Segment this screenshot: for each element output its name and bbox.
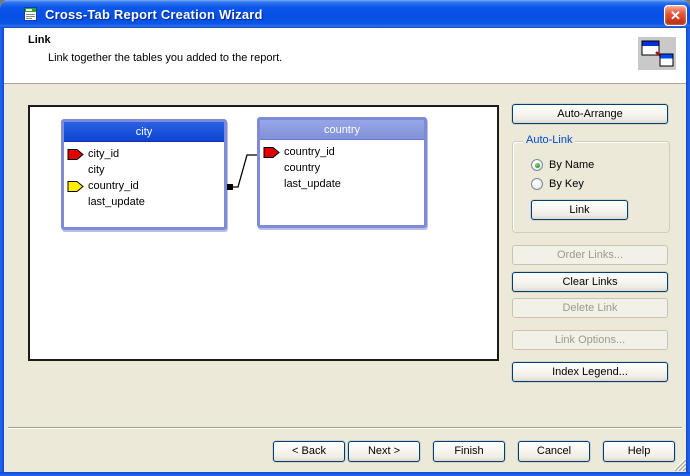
field-label: country bbox=[284, 162, 320, 174]
window-border-left bbox=[0, 28, 4, 472]
field-label: country_id bbox=[88, 180, 139, 192]
title-bar[interactable]: Cross-Tab Report Creation Wizard ✕ bbox=[0, 0, 690, 28]
clear-links-button[interactable]: Clear Links bbox=[512, 272, 668, 292]
back-button[interactable]: < Back bbox=[273, 441, 345, 462]
auto-link-group-label: Auto-Link bbox=[523, 134, 575, 146]
window-title: Cross-Tab Report Creation Wizard bbox=[45, 7, 263, 22]
wizard-header: Link Link together the tables you added … bbox=[4, 28, 686, 84]
link-button[interactable]: Link bbox=[531, 200, 628, 220]
field-label: last_update bbox=[284, 178, 341, 190]
page-subtitle: Link together the tables you added to th… bbox=[48, 52, 282, 64]
radio-by-key[interactable]: By Key bbox=[531, 177, 584, 191]
red-key-icon bbox=[263, 146, 284, 159]
report-document-icon bbox=[23, 6, 39, 22]
close-icon: ✕ bbox=[670, 8, 681, 23]
finish-button[interactable]: Finish bbox=[433, 441, 505, 462]
radio-by-name-label: By Name bbox=[549, 159, 594, 171]
field-label: last_update bbox=[88, 196, 145, 208]
wizard-window: Cross-Tab Report Creation Wizard ✕ Link … bbox=[0, 0, 690, 476]
field-country-country[interactable]: country bbox=[263, 160, 424, 176]
red-key-icon bbox=[67, 148, 88, 161]
field-label: city bbox=[88, 164, 105, 176]
index-legend-button[interactable]: Index Legend... bbox=[512, 362, 668, 382]
radio-by-key-label: By Key bbox=[549, 178, 584, 190]
field-country-last_update[interactable]: last_update bbox=[263, 176, 424, 192]
auto-arrange-button[interactable]: Auto-Arrange bbox=[512, 104, 668, 124]
table-country-title[interactable]: country bbox=[260, 120, 424, 140]
table-city-title[interactable]: city bbox=[64, 122, 224, 142]
table-country[interactable]: country country_id country last_update bbox=[257, 117, 427, 228]
order-links-button: Order Links... bbox=[512, 245, 668, 265]
delete-link-button: Delete Link bbox=[512, 298, 668, 318]
field-city-country_id[interactable]: country_id bbox=[67, 178, 224, 194]
link-diagram-canvas[interactable]: city city_id city country_id bbox=[28, 105, 499, 361]
help-button[interactable]: Help bbox=[603, 441, 675, 462]
close-button[interactable]: ✕ bbox=[664, 5, 687, 26]
field-city-city_id[interactable]: city_id bbox=[67, 146, 224, 162]
radio-unselected-icon[interactable] bbox=[531, 178, 543, 190]
window-border-bottom bbox=[0, 472, 690, 476]
page-title: Link bbox=[28, 34, 51, 46]
cancel-button[interactable]: Cancel bbox=[518, 441, 590, 462]
radio-selected-icon[interactable] bbox=[531, 159, 543, 171]
next-button[interactable]: Next > bbox=[348, 441, 420, 462]
field-city-city[interactable]: city bbox=[67, 162, 224, 178]
field-label: country_id bbox=[284, 146, 335, 158]
link-endpoint-handle[interactable] bbox=[227, 184, 233, 190]
field-country-country_id[interactable]: country_id bbox=[263, 144, 424, 160]
link-options-button: Link Options... bbox=[512, 330, 668, 350]
resize-grip[interactable] bbox=[672, 457, 686, 471]
radio-by-name[interactable]: By Name bbox=[531, 158, 594, 172]
link-tables-icon bbox=[638, 37, 676, 70]
footer-divider bbox=[8, 427, 682, 429]
table-city[interactable]: city city_id city country_id bbox=[61, 119, 227, 230]
yellow-key-icon bbox=[67, 180, 88, 193]
window-border-right bbox=[686, 28, 690, 472]
field-label: city_id bbox=[88, 148, 119, 160]
field-city-last_update[interactable]: last_update bbox=[67, 194, 224, 210]
